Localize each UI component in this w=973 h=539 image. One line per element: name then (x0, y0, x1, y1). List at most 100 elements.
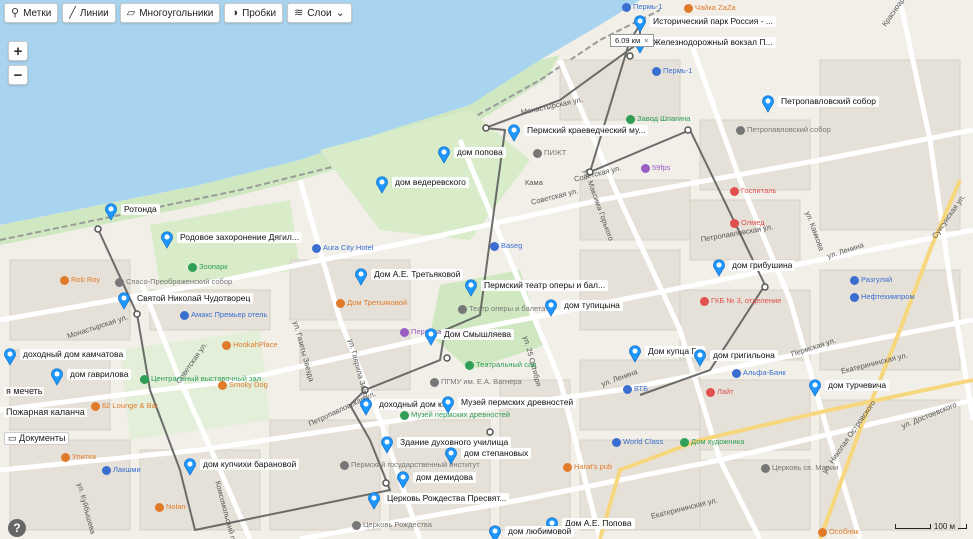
placemark[interactable]: Музей пермских древностей (441, 396, 577, 414)
poi[interactable]: Baseg (490, 241, 522, 251)
placemark[interactable]: Ротонда (104, 203, 160, 221)
poi[interactable]: ПИЖТ (533, 148, 566, 158)
placemark[interactable]: Церковь Рождества Пресвят... (367, 492, 510, 510)
placemark-label[interactable]: дом ведеревского (392, 177, 469, 188)
poi[interactable]: Rob Roy (60, 275, 100, 285)
placemark-label[interactable]: Святой Николай Чудотворец (134, 293, 254, 304)
placemark-label[interactable]: дом григильона (710, 350, 778, 361)
placemark-label[interactable]: дом турчевича (825, 380, 890, 391)
map-canvas[interactable]: ⚲ Метки ╱ Линии ▱ Многоугольники ◑ Пробки ≋ С… (0, 0, 973, 539)
placemark[interactable]: Родовое захоронение Дягил... (160, 231, 302, 249)
poi[interactable]: Улитка (61, 452, 96, 462)
help-icon[interactable]: ? (8, 519, 26, 537)
poi[interactable]: Олмед (730, 218, 765, 228)
lines-button[interactable]: ╱ Линии (62, 3, 116, 23)
placemark-label[interactable]: Церковь Рождества Пресвят... (384, 493, 510, 504)
placemark[interactable]: дом ведеревского (375, 176, 469, 194)
poi[interactable]: Театральный сад (465, 360, 537, 370)
placemark-label[interactable]: Ротонда (121, 204, 160, 215)
placemark-label[interactable]: Родовое захоронение Дягил... (177, 232, 302, 243)
poi[interactable]: Чайка ZaZa (684, 3, 736, 13)
placemark[interactable]: дом попова (437, 146, 506, 164)
poi[interactable]: 59fps (641, 163, 670, 173)
placemark[interactable]: дом тупицына (544, 299, 623, 317)
poi[interactable]: Лакшми (102, 465, 141, 475)
poi[interactable]: Спасо-Преображенский собор (115, 277, 232, 287)
placemark[interactable]: Петропавловский собор (761, 95, 879, 113)
poi[interactable]: Особняк (818, 527, 859, 537)
placemark[interactable]: Дом А.Е. Третьякoвой (354, 268, 464, 286)
placemark[interactable]: дом любимовой (488, 525, 575, 539)
placemark[interactable]: дом григильона (693, 349, 778, 367)
poi[interactable]: Aura City Hotel (312, 243, 373, 253)
zoom-in-button[interactable]: + (8, 41, 28, 61)
poi-label: Театральный сад (476, 360, 537, 369)
placemark[interactable]: Дом Смышляева (424, 328, 515, 346)
placemark-label[interactable]: дом гаврилова (67, 369, 132, 380)
traffic-button[interactable]: ◑ Пробки (224, 3, 284, 23)
poi[interactable]: Петропавловский собор (736, 125, 831, 135)
poi[interactable]: Пермь-1 (622, 2, 662, 12)
poi[interactable]: ВТБ (623, 384, 648, 394)
documents-button[interactable]: ▭ Документы (4, 432, 70, 445)
placemark[interactable]: дом грибушина (712, 259, 796, 277)
placemark[interactable]: дом гаврилова (50, 368, 132, 386)
poi[interactable]: HookahPlace (222, 340, 278, 350)
poi[interactable]: Дом художника (680, 437, 744, 447)
poi[interactable]: Зоопарк (188, 262, 228, 272)
placemark-label[interactable]: дом демидова (413, 472, 477, 483)
placemark[interactable]: дом купчихи барановой (183, 458, 300, 476)
poi[interactable]: Нефтехимпром (850, 292, 915, 302)
placemark[interactable]: Святой Николай Чудотворец (117, 292, 254, 310)
placemark[interactable]: дом демидова (396, 471, 477, 489)
poi[interactable]: Дом Третьяковой (336, 298, 407, 308)
placemark-label[interactable]: доходный дом камчатова (20, 349, 127, 360)
poi[interactable]: Harat's pub (563, 462, 612, 472)
poi[interactable]: Церковь Рождества (352, 520, 432, 530)
placemark-label[interactable]: Музей пермских древностей (458, 397, 577, 408)
poi[interactable]: Завод Шпагина (626, 114, 690, 124)
poi[interactable]: Лайт (706, 387, 734, 397)
placemark-label[interactable]: Петропавловский собор (778, 96, 879, 107)
placemark[interactable]: доходный дом камчатова (3, 348, 127, 366)
poi[interactable]: World Class (612, 437, 663, 447)
poi[interactable]: Nolan (155, 502, 186, 512)
poi[interactable]: 62 Lounge & Bar (91, 401, 158, 411)
placemark-label[interactable]: Дом А.Е. Третьякoвой (371, 269, 464, 280)
placemark-label[interactable]: дом любимовой (505, 526, 575, 537)
poi[interactable]: Альфа-Банк (732, 368, 786, 378)
placemark-label[interactable]: Железнодорожный вокзал П... (650, 37, 776, 48)
placemark-label[interactable]: дом грибушина (729, 260, 796, 271)
poi-icon (140, 374, 149, 384)
placemark-label[interactable]: Исторический парк Россия - ... (650, 16, 776, 27)
poi-label: Улитка (72, 452, 96, 461)
placemark-label[interactable]: Дом Смышляева (441, 329, 515, 340)
placemark[interactable]: Пермский театр оперы и бал... (464, 279, 609, 297)
placemark-label[interactable]: Пермский краеведческий му... (524, 125, 649, 136)
placemark[interactable]: Железнодорожный вокзал П... (633, 36, 776, 54)
polygons-button[interactable]: ▱ Многоугольники (119, 3, 221, 23)
zoom-out-button[interactable]: − (8, 65, 28, 85)
placemark-label[interactable]: Пермский театр оперы и бал... (481, 280, 609, 291)
poi[interactable]: Разгуляй (850, 275, 892, 285)
poi[interactable]: Smoky Dog (218, 380, 268, 390)
poi[interactable]: Театр оперы и балета (458, 304, 545, 314)
placemark[interactable]: дом степановых (444, 447, 532, 465)
poi[interactable]: ПГМУ им. Е.А. Вагнера (430, 377, 522, 387)
placemark[interactable]: дом турчевича (808, 379, 890, 397)
marks-button[interactable]: ⚲ Метки (4, 3, 59, 23)
placemark[interactable]: Исторический парк Россия - ... (633, 15, 776, 33)
poi[interactable]: ГКБ № 3, отделение (700, 296, 781, 306)
poi[interactable]: Госпиталь (730, 186, 777, 196)
ruler-close-icon[interactable]: × (644, 36, 648, 45)
placemark-label[interactable]: дом тупицына (561, 300, 623, 311)
placemark-label[interactable]: дом купчихи барановой (200, 459, 300, 470)
placemark-label[interactable]: дом попова (454, 147, 506, 158)
poi[interactable]: Церковь св. Марии (761, 463, 838, 473)
placemark[interactable]: доходный дом к... (359, 398, 452, 416)
placemark-label[interactable]: дом степановых (461, 448, 532, 459)
layers-button[interactable]: ≋ Слои ⌄ (287, 3, 352, 23)
placemark[interactable]: Пермский краеведческий му... (507, 124, 649, 142)
poi[interactable]: Амакс Премьер отель (180, 310, 267, 320)
poi[interactable]: Пермь-1 (652, 66, 692, 76)
